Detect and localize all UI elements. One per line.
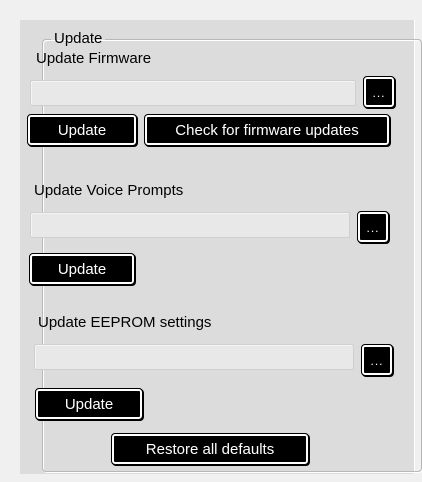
voice-prompts-label: Update Voice Prompts <box>34 182 184 199</box>
restore-all-defaults-button[interactable]: Restore all defaults <box>111 433 309 465</box>
voice-prompts-path-field[interactable] <box>30 212 350 238</box>
eeprom-path-field[interactable] <box>34 344 354 370</box>
firmware-browse-button[interactable]: ... <box>363 76 395 108</box>
check-firmware-updates-button[interactable]: Check for firmware updates <box>144 114 390 146</box>
update-panel: Update Update Firmware ... Update Check … <box>20 20 422 474</box>
firmware-update-button[interactable]: Update <box>27 114 137 146</box>
update-group-title: Update <box>54 30 103 47</box>
voice-prompts-browse-button[interactable]: ... <box>357 211 389 243</box>
firmware-path-field[interactable] <box>30 80 356 106</box>
eeprom-label: Update EEPROM settings <box>38 314 212 331</box>
voice-prompts-update-button[interactable]: Update <box>29 253 135 285</box>
eeprom-browse-button[interactable]: ... <box>361 344 393 376</box>
window-background: Update Update Firmware ... Update Check … <box>0 0 422 482</box>
firmware-label: Update Firmware <box>36 50 152 67</box>
eeprom-update-button[interactable]: Update <box>35 388 143 420</box>
